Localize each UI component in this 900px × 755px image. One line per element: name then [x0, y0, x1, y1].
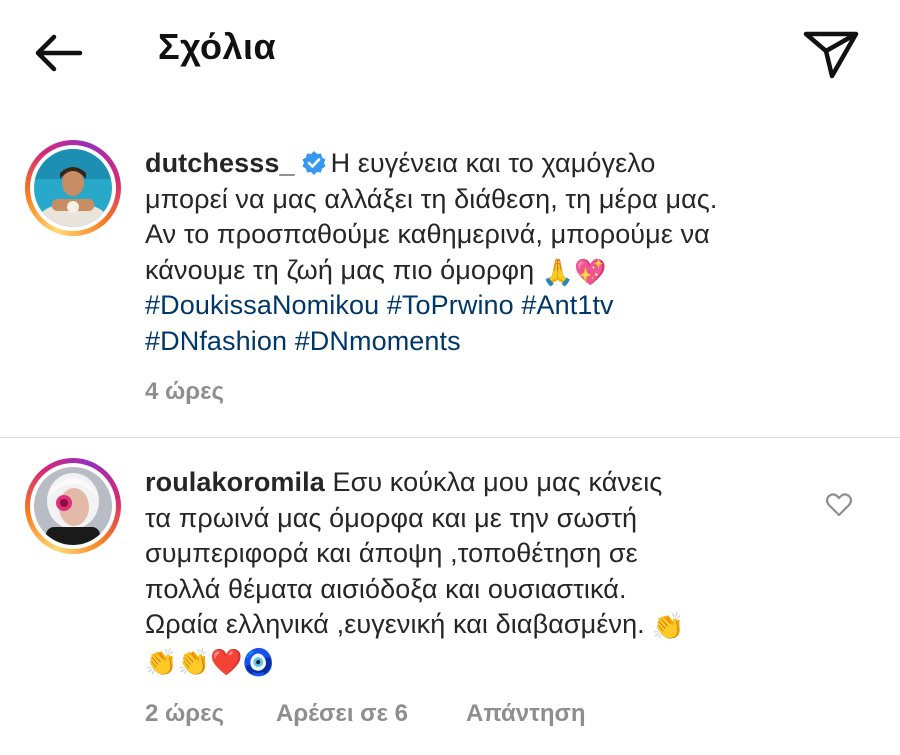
comment-text-line: κάνουμε τη ζωή μας πιο όμορφη: [145, 254, 535, 285]
heart-icon: [825, 493, 853, 517]
comment-text-line: Εσυ κούκλα μου μας κάνεις: [332, 467, 663, 497]
hashtag-link[interactable]: #Ant1tv: [521, 290, 613, 320]
paper-plane-icon: [803, 31, 859, 79]
comment-text-line: συμπεριφορά και άποψη ,τοποθέτηση σε: [145, 538, 638, 568]
avatar-roulakoromila[interactable]: [25, 458, 121, 554]
comment-text-line: Η ευγένεια και το χαμόγελο: [330, 148, 656, 178]
hashtag-link[interactable]: #DoukissaNomikou: [145, 290, 379, 320]
comment-timestamp: 4 ώρες: [145, 378, 225, 405]
comment-timestamp: 2 ώρες: [145, 700, 225, 727]
share-button[interactable]: [800, 24, 864, 84]
comment-text-line: μπορεί να μας αλλάξει τη διάθεση, τη μέρ…: [145, 183, 718, 214]
emoji-clap-heart-nazar: 👏👏❤️🧿: [145, 646, 275, 677]
emoji-pray-sparkle-heart: 🙏💖: [541, 256, 607, 287]
reply-button[interactable]: Απάντηση: [466, 700, 586, 728]
hashtag-link[interactable]: #DNmoments: [295, 326, 461, 356]
verified-badge-icon: [302, 151, 326, 175]
comment-reply: roulakoromila Εσυ κούκλα μου μας κάνεις …: [145, 465, 805, 678]
arrow-left-icon: [35, 34, 83, 72]
like-comment-button[interactable]: [824, 490, 854, 520]
page-title: Σχόλια: [158, 26, 277, 67]
comment-text-line: Αν το προσπαθούμε καθημερινά, μπορούμε ν…: [145, 219, 710, 249]
comment-username[interactable]: dutchesss_: [145, 148, 295, 178]
profile-photo-pool: [34, 149, 112, 227]
likes-count-link[interactable]: Αρέσει σε 6: [276, 700, 408, 728]
back-button[interactable]: [30, 28, 90, 78]
comment-text-line: τα πρωινά μας όμορφα και με την σωστή: [145, 502, 638, 533]
profile-photo-roula: [34, 467, 112, 545]
comment-caption: dutchesss_ Η ευγένεια και το χαμόγελο μπο…: [145, 146, 845, 359]
comment-username[interactable]: roulakoromila: [145, 467, 325, 497]
emoji-clap: 👏: [652, 611, 685, 641]
comment-text-line: Ωραία ελληνικά ,ευγενική και διαβασμένη.: [145, 609, 645, 639]
hashtag-link[interactable]: #DNfashion: [145, 326, 287, 356]
comment-text-line: πολλά θέματα αισιόδοξα και ουσιαστικά.: [145, 573, 627, 604]
divider: [0, 437, 900, 438]
top-bar: Σχόλια: [0, 0, 900, 110]
hashtag-link[interactable]: #ToPrwino: [387, 290, 514, 320]
avatar-dutchesss[interactable]: [25, 140, 121, 236]
